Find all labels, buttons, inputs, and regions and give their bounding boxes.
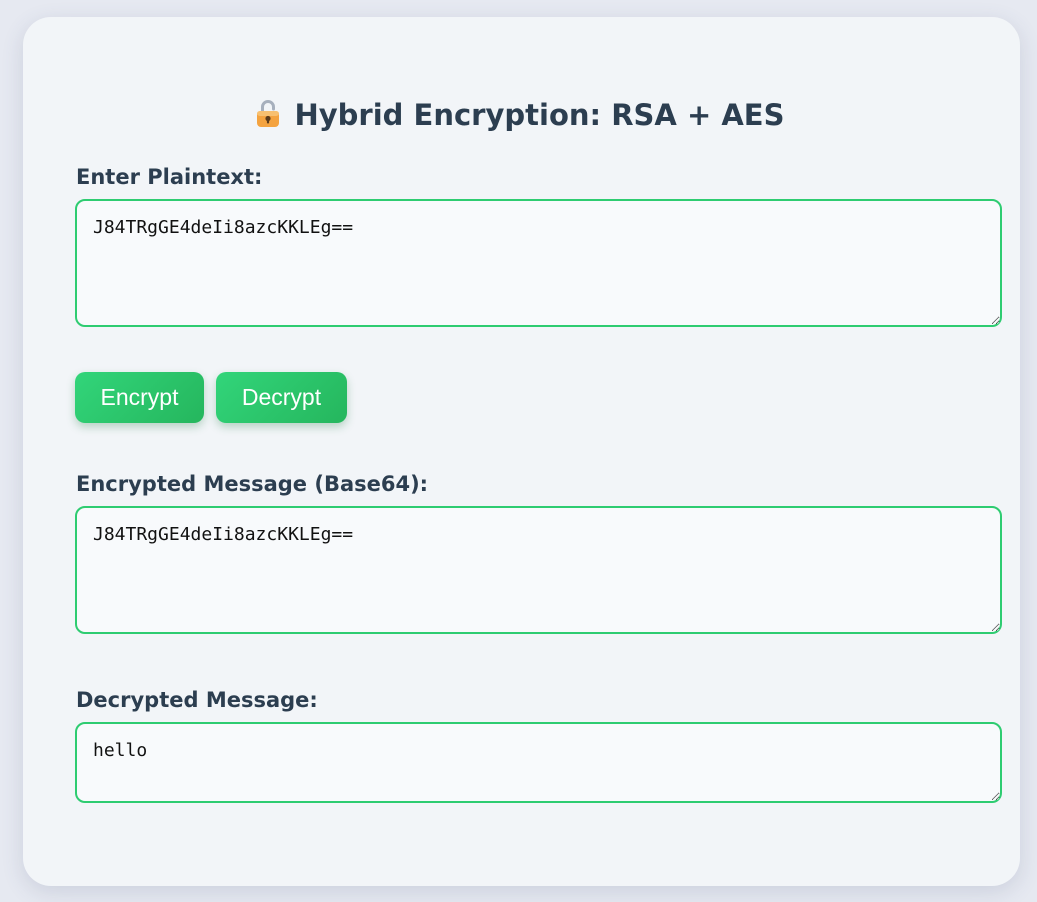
encrypt-button[interactable]: Encrypt (75, 372, 204, 423)
decrypted-label: Decrypted Message: (76, 688, 318, 712)
encrypted-label: Encrypted Message (Base64): (76, 472, 429, 496)
decrypt-button[interactable]: Decrypt (216, 372, 347, 423)
page-title-row: Hybrid Encryption: RSA + AES (0, 98, 1037, 132)
plaintext-input[interactable]: J84TRgGE4deIi8azcKKLEg== (75, 199, 1002, 327)
lock-icon (256, 100, 279, 127)
page-title: Hybrid Encryption: RSA + AES (294, 98, 785, 132)
plaintext-label: Enter Plaintext: (76, 165, 263, 189)
decrypted-output[interactable]: hello (75, 722, 1002, 803)
encrypted-output[interactable]: J84TRgGE4deIi8azcKKLEg== (75, 506, 1002, 634)
